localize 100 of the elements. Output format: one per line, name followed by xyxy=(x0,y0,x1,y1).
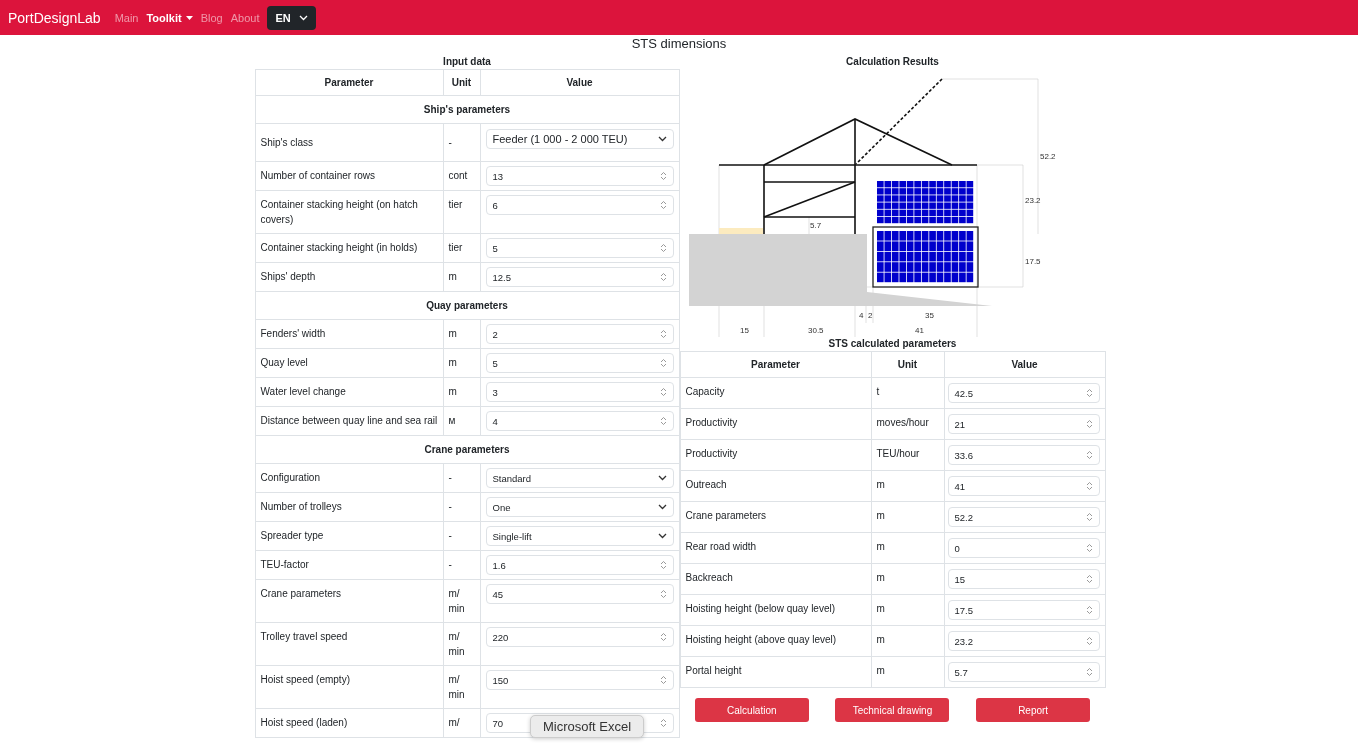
unit-cell: m/ min xyxy=(443,622,480,666)
dimension-label: 41 xyxy=(914,326,924,335)
parameter-cell: Ship's class xyxy=(255,123,443,162)
column-header: Unit xyxy=(871,351,944,378)
nav-link[interactable]: Toolkit xyxy=(146,11,193,24)
parameter-cell: Number of trolleys xyxy=(255,492,443,522)
parameter-cell: Rear road width xyxy=(680,532,871,564)
spinner-icon[interactable] xyxy=(659,200,667,210)
unit-cell: tier xyxy=(443,190,480,234)
number-field[interactable]: 2 xyxy=(485,324,674,344)
parameter-cell: Fenders' width xyxy=(255,319,443,349)
spinner-icon[interactable] xyxy=(1085,605,1093,615)
number-field[interactable]: 52.2 xyxy=(947,507,1100,527)
number-field[interactable]: 12.5 xyxy=(485,267,674,287)
number-field[interactable]: 4 xyxy=(485,411,674,431)
number-field[interactable]: 45 xyxy=(485,584,674,604)
parameter-cell: Crane parameters xyxy=(680,501,871,533)
number-field[interactable]: 13 xyxy=(485,166,674,186)
spinner-icon[interactable] xyxy=(1085,667,1093,677)
number-field[interactable]: 17.5 xyxy=(947,600,1100,620)
parameter-cell: Quay level xyxy=(255,348,443,378)
spinner-icon[interactable] xyxy=(1085,481,1093,491)
unit-cell: - xyxy=(443,123,480,162)
number-field[interactable]: 220 xyxy=(485,627,674,647)
spinner-icon[interactable] xyxy=(1085,512,1093,522)
parameter-cell: Number of container rows xyxy=(255,161,443,191)
spinner-icon[interactable] xyxy=(659,589,667,599)
spinner-icon[interactable] xyxy=(1085,574,1093,584)
parameter-cell: Hoisting height (above quay level) xyxy=(680,625,871,657)
dimension-label: 2 xyxy=(867,311,872,320)
select-field[interactable]: One xyxy=(485,497,674,517)
spinner-icon[interactable] xyxy=(659,387,667,397)
spinner-icon[interactable] xyxy=(1085,388,1093,398)
table-caption: Input data xyxy=(442,55,492,69)
spinner-icon[interactable] xyxy=(1085,636,1093,646)
number-field[interactable]: 1.6 xyxy=(485,555,674,575)
number-field[interactable]: 15 xyxy=(947,569,1100,589)
unit-cell: m xyxy=(871,501,944,533)
language-dropdown[interactable]: EN xyxy=(267,5,316,30)
unit-cell: m/ min xyxy=(443,579,480,623)
select-field[interactable]: Standard xyxy=(485,468,674,488)
spinner-icon[interactable] xyxy=(659,560,667,570)
number-field[interactable]: 5 xyxy=(485,238,674,258)
dimension-label: 35 xyxy=(924,311,934,320)
chevron-down-icon xyxy=(298,14,308,21)
spinner-icon[interactable] xyxy=(659,416,667,426)
results-caption: Calculation Results xyxy=(845,55,940,69)
action-button[interactable]: Report xyxy=(976,698,1091,722)
number-field[interactable]: 21 xyxy=(947,414,1100,434)
unit-cell: - xyxy=(443,550,480,580)
spinner-icon[interactable] xyxy=(1085,450,1093,460)
unit-cell: m/ xyxy=(443,708,480,738)
parameter-cell: Water level change xyxy=(255,377,443,407)
spinner-icon[interactable] xyxy=(659,171,667,181)
number-field[interactable]: 33.6 xyxy=(947,445,1100,465)
action-button[interactable]: Calculation xyxy=(694,698,809,722)
parameter-cell: Capacity xyxy=(680,377,871,409)
unit-cell: - xyxy=(443,521,480,551)
dimension-label: 23.2 xyxy=(1024,196,1041,205)
number-field[interactable]: 42.5 xyxy=(947,383,1100,403)
parameter-cell: Hoist speed (laden) xyxy=(255,708,443,738)
parameter-cell: TEU-factor xyxy=(255,550,443,580)
number-field[interactable]: 5 xyxy=(485,353,674,373)
number-field[interactable]: 41 xyxy=(947,476,1100,496)
brand-logo[interactable]: PortDesignLab xyxy=(8,9,101,26)
dimension-label: 30.5 xyxy=(807,326,824,335)
spinner-icon[interactable] xyxy=(659,329,667,339)
parameter-cell: Productivity xyxy=(680,439,871,471)
parameter-cell: Hoist speed (empty) xyxy=(255,665,443,709)
number-field[interactable]: 5.7 xyxy=(947,662,1100,682)
number-field[interactable]: 0 xyxy=(947,538,1100,558)
spinner-icon[interactable] xyxy=(1085,419,1093,429)
parameter-cell: Trolley travel speed xyxy=(255,622,443,666)
tooltip: Microsoft Excel xyxy=(530,715,645,738)
parameter-cell: Container stacking height (on hatch covers) xyxy=(255,190,443,234)
number-field[interactable]: 23.2 xyxy=(947,631,1100,651)
dimension-label: 4 xyxy=(858,311,863,320)
spinner-icon[interactable] xyxy=(659,272,667,282)
number-field[interactable]: 3 xyxy=(485,382,674,402)
select-field[interactable]: Single-lift xyxy=(485,526,674,546)
spinner-icon[interactable] xyxy=(659,358,667,368)
dimension-label: 15 xyxy=(739,326,749,335)
rear-road xyxy=(718,228,763,234)
chevron-down-icon xyxy=(657,533,667,539)
action-button[interactable]: Technical drawing xyxy=(835,698,950,722)
parameter-cell: Crane parameters xyxy=(255,579,443,623)
unit-cell: m xyxy=(443,319,480,349)
unit-cell: - xyxy=(443,463,480,493)
spinner-icon[interactable] xyxy=(659,675,667,685)
unit-cell: t xyxy=(871,377,944,409)
number-field[interactable]: 150 xyxy=(485,670,674,690)
section-header: Ship's parameters xyxy=(255,95,679,124)
select-field[interactable]: Feeder (1 000 - 2 000 TEU) xyxy=(485,129,674,149)
number-field[interactable]: 6 xyxy=(485,195,674,215)
spinner-icon[interactable] xyxy=(659,632,667,642)
spinner-icon[interactable] xyxy=(659,718,667,728)
unit-cell: tier xyxy=(443,233,480,263)
parameter-cell: Portal height xyxy=(680,656,871,688)
spinner-icon[interactable] xyxy=(659,243,667,253)
spinner-icon[interactable] xyxy=(1085,543,1093,553)
